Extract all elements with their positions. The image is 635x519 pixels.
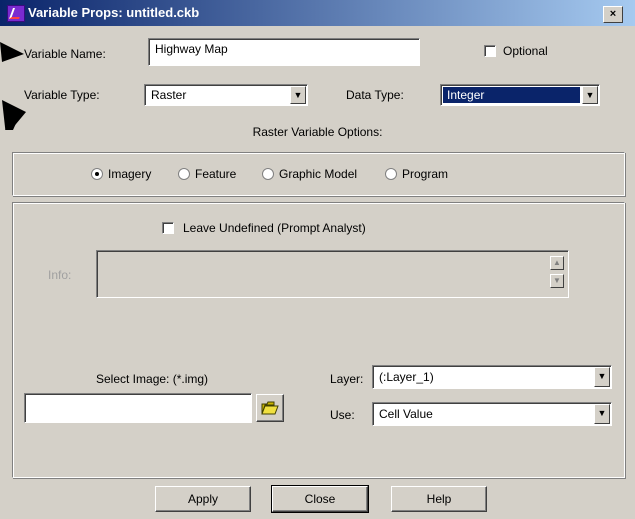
layer-label: Layer: (330, 372, 364, 386)
variable-type-select[interactable]: Raster ▼ (144, 84, 308, 106)
help-button[interactable]: Help (391, 486, 487, 512)
optional-label: Optional (503, 44, 548, 58)
data-type-value: Integer (447, 88, 485, 102)
leave-undefined-label: Leave Undefined (Prompt Analyst) (183, 221, 366, 235)
variable-type-label: Variable Type: (24, 88, 100, 102)
close-window-button[interactable]: × (603, 6, 623, 23)
folder-open-icon (261, 401, 279, 415)
use-select[interactable]: Cell Value ▼ (372, 402, 612, 426)
scroll-down-icon[interactable]: ▼ (550, 274, 564, 288)
program-label: Program (402, 167, 449, 181)
imagery-radio[interactable] (91, 168, 103, 180)
data-type-label: Data Type: (346, 88, 404, 102)
close-button[interactable]: Close (271, 485, 369, 513)
optional-checkbox[interactable] (484, 45, 496, 57)
apply-button[interactable]: Apply (155, 486, 251, 512)
feature-radio[interactable] (178, 168, 190, 180)
chevron-down-icon[interactable]: ▼ (594, 367, 610, 387)
info-label: Info: (48, 268, 72, 282)
program-radio[interactable] (385, 168, 397, 180)
browse-button[interactable] (256, 394, 284, 422)
graphic-model-label: Graphic Model (279, 167, 358, 181)
select-image-label: Select Image: (*.img) (96, 372, 209, 386)
leave-undefined-checkbox[interactable] (162, 222, 174, 234)
chevron-down-icon[interactable]: ▼ (594, 404, 610, 424)
scroll-up-icon[interactable]: ▲ (550, 256, 564, 270)
use-value: Cell Value (379, 407, 433, 421)
layer-value: (:Layer_1) (379, 370, 434, 384)
select-image-input[interactable] (24, 393, 252, 423)
info-textarea[interactable]: ▲ ▼ (96, 250, 569, 298)
use-label: Use: (330, 408, 355, 422)
layer-select[interactable]: (:Layer_1) ▼ (372, 365, 612, 389)
imagery-label: Imagery (108, 167, 152, 181)
feature-label: Feature (195, 167, 237, 181)
graphic-model-radio[interactable] (262, 168, 274, 180)
variable-type-value: Raster (151, 88, 187, 102)
chevron-down-icon[interactable]: ▼ (290, 86, 306, 104)
variable-name-input[interactable]: Highway Map (148, 38, 420, 66)
raster-options-heading: Raster Variable Options: (252, 125, 383, 139)
variable-name-value: Highway Map (155, 42, 228, 56)
variable-name-label: Variable Name: (24, 47, 106, 61)
image-options-group (12, 202, 625, 478)
chevron-down-icon[interactable]: ▼ (582, 86, 598, 104)
data-type-select[interactable]: Integer ▼ (440, 84, 600, 106)
app-icon (7, 5, 25, 22)
window-title: Variable Props: untitled.ckb (28, 5, 200, 20)
